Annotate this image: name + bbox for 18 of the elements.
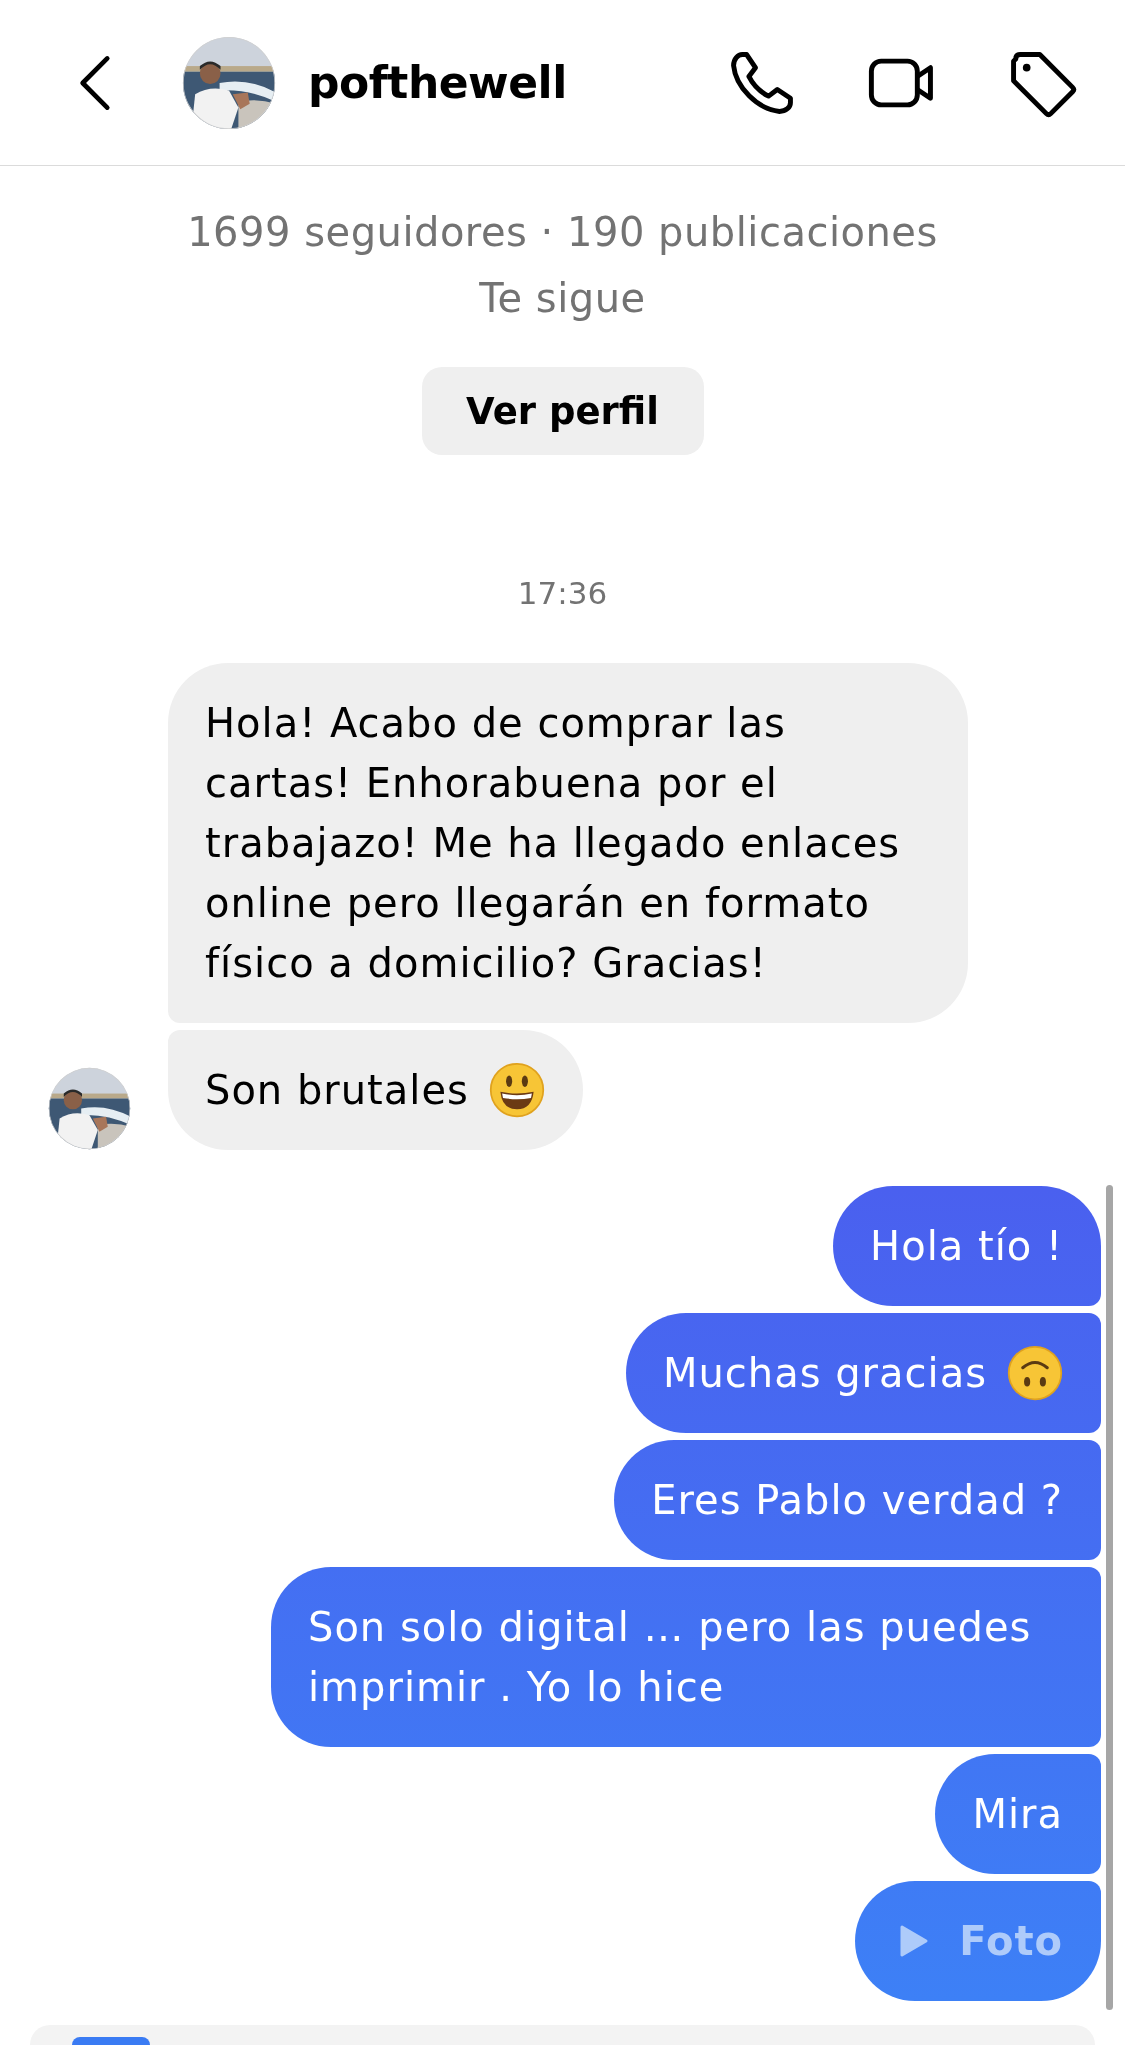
profile-stats: 1699 seguidores · 190 publicaciones xyxy=(187,208,938,257)
timestamp: 17:36 xyxy=(517,574,608,613)
message-text: Muchas gracias xyxy=(662,1349,987,1398)
message-text: Hola tío ! xyxy=(870,1222,1063,1271)
grinning-face-icon xyxy=(488,1062,545,1118)
username[interactable]: pofthewell xyxy=(308,57,567,108)
play-icon xyxy=(899,1924,930,1958)
message-text: Eres Pablo verdad ? xyxy=(651,1476,1063,1525)
message-field[interactable] xyxy=(30,2025,1095,2045)
message-text: Son brutales xyxy=(205,1066,469,1115)
upside-down-face-icon xyxy=(1007,1345,1063,1401)
photo-label: Foto xyxy=(959,1917,1063,1966)
back-icon[interactable] xyxy=(77,53,111,112)
message-text: Hola! Acabo de comprar las cartas! Enhorabuena por el trabajazo! Me ha llegado enlaces online pero llegarán en formato físico a domicilio? Gracias! xyxy=(205,699,902,988)
message-text: Mira xyxy=(972,1790,1063,1839)
follow-status: Te sigue xyxy=(479,274,646,323)
message-text: Son solo digital … pero las puedes imprimir . Yo lo hice xyxy=(308,1603,1033,1712)
view-profile-button[interactable]: Ver perfil xyxy=(421,367,704,455)
